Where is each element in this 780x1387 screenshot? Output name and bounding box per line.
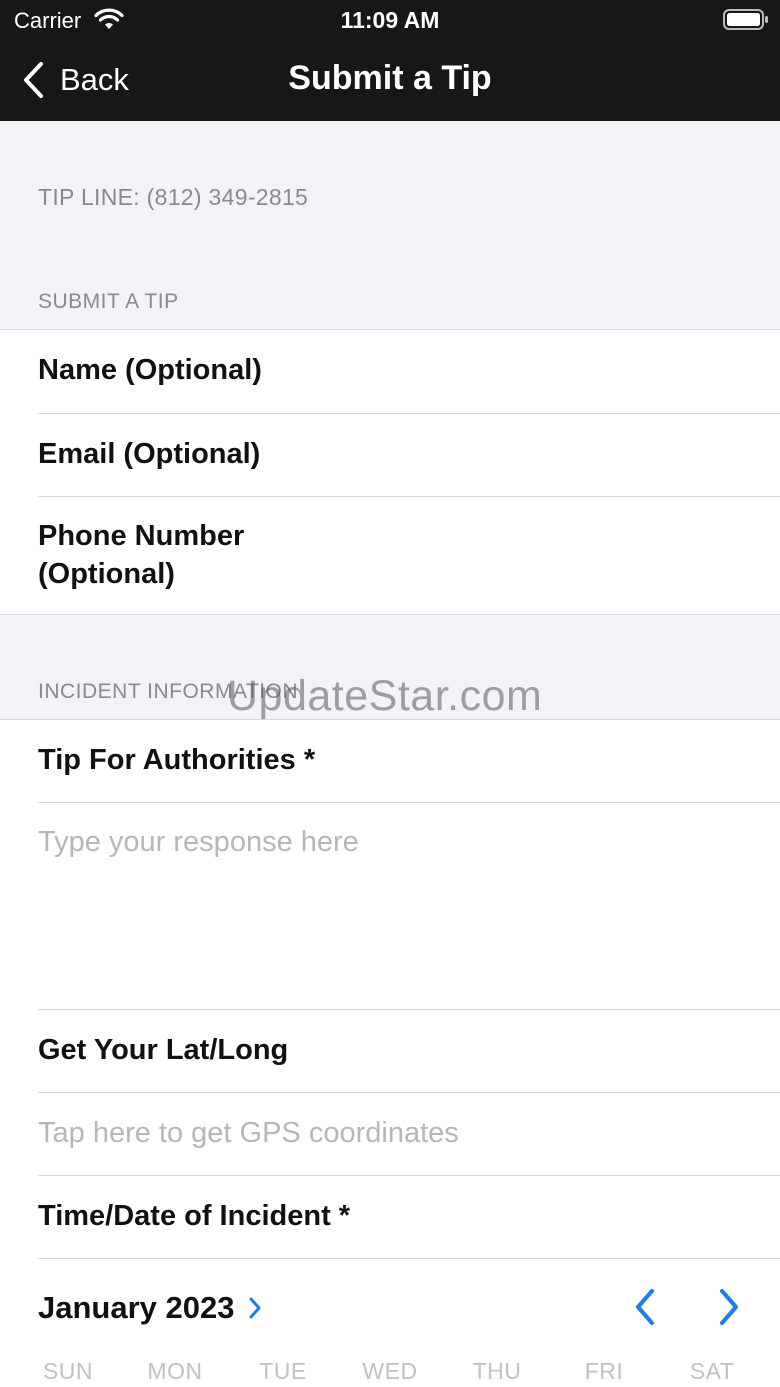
phone-field-label-line1: Phone Number	[38, 520, 245, 552]
weekday-label: SUN	[42, 1358, 94, 1384]
calendar-month-label: January 2023	[38, 1290, 235, 1325]
tip-for-authorities-label: Tip For Authorities *	[38, 744, 316, 776]
weekday-label: FRI	[584, 1358, 624, 1384]
weekday-label: SAT	[689, 1358, 735, 1384]
page-title: Submit a Tip	[288, 59, 492, 97]
phone-field[interactable]: Phone Number (Optional)	[38, 497, 780, 614]
tip-for-authorities-label-cell: Tip For Authorities *	[38, 720, 780, 803]
tip-response-placeholder: Type your response here	[38, 826, 359, 858]
incident-group: Tip For Authorities * Type your response…	[0, 719, 780, 1387]
month-year-picker[interactable]: January 2023	[38, 1290, 262, 1326]
weekday-header-row: SUN MON TUE WED THU FRI SAT	[0, 1358, 780, 1387]
email-field[interactable]: Email (Optional)	[38, 414, 780, 497]
submit-tip-screen: Carrier 11:09 AM Back Submit a Tip TIP L…	[0, 0, 780, 1387]
tip-line-phone[interactable]: TIP LINE: (812) 349-2815	[38, 184, 308, 211]
name-field-label: Name (Optional)	[38, 354, 262, 386]
battery-icon	[723, 9, 768, 30]
gps-coordinates-button[interactable]: Tap here to get GPS coordinates	[38, 1093, 780, 1176]
phone-field-label-line2: (Optional)	[38, 558, 175, 590]
incident-datetime-label: Time/Date of Incident *	[38, 1200, 351, 1232]
latlong-label-cell: Get Your Lat/Long	[38, 1010, 780, 1093]
section-header-incident: INCIDENT INFORMATION	[38, 680, 299, 703]
weekday-label: WED	[362, 1358, 418, 1384]
previous-month-button[interactable]	[630, 1287, 658, 1327]
status-time: 11:09 AM	[340, 7, 440, 33]
submit-tip-group: Name (Optional) Email (Optional) Phone N…	[0, 329, 780, 615]
tip-response-textarea[interactable]: Type your response here	[38, 803, 780, 1010]
name-field[interactable]: Name (Optional)	[38, 330, 780, 414]
section-header-submit: SUBMIT A TIP	[38, 290, 179, 313]
latlong-label: Get Your Lat/Long	[38, 1034, 289, 1066]
weekday-label: THU	[472, 1358, 522, 1384]
weekday-label: TUE	[259, 1358, 307, 1384]
weekday-label: MON	[147, 1358, 203, 1384]
email-field-label: Email (Optional)	[38, 438, 261, 470]
navigation-bar: Carrier 11:09 AM Back Submit a Tip	[0, 0, 780, 121]
gps-placeholder: Tap here to get GPS coordinates	[38, 1117, 459, 1149]
next-month-button[interactable]	[716, 1287, 744, 1327]
chevron-right-icon	[249, 1297, 261, 1319]
incident-datetime-label-cell: Time/Date of Incident *	[38, 1176, 780, 1259]
